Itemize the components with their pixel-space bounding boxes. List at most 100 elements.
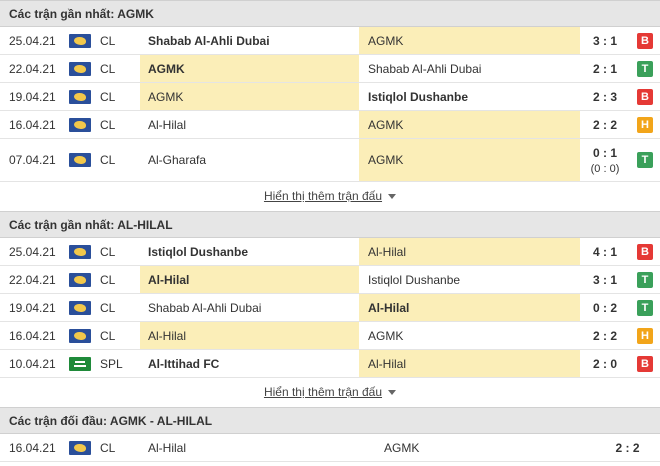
result-badge: H [637, 327, 653, 344]
match-score[interactable]: 2 : 3 [580, 83, 630, 110]
competition-code[interactable]: SPL [100, 350, 140, 377]
home-team[interactable]: Shabab Al-Ahli Dubai [140, 27, 359, 54]
match-date: 07.04.21 [9, 153, 56, 167]
world-flag-icon [69, 117, 91, 132]
competition-code[interactable]: CL [100, 322, 140, 349]
home-team[interactable]: Al-Hilal [140, 266, 359, 293]
match-score[interactable]: 4 : 1 [580, 238, 630, 265]
show-more-link[interactable]: Hiển thị thêm trận đấu [264, 189, 382, 203]
match-row[interactable]: 22.04.21 CL Al-Hilal Istiqlol Dushanbe 3 : 1… [0, 266, 660, 294]
caret-down-icon[interactable] [388, 390, 397, 396]
match-row[interactable]: 16.04.21 CL Al-Hilal AGMK 2 : 2 H [0, 111, 660, 139]
home-team[interactable]: Al-Ittihad FC [140, 350, 359, 377]
competition-code[interactable]: CL [100, 139, 140, 181]
result-badge: T [637, 299, 653, 316]
away-team[interactable]: AGMK [375, 434, 575, 461]
full-time-score: 3 : 1 [592, 272, 617, 287]
competition-code[interactable]: CL [100, 111, 140, 138]
competition-code[interactable]: CL [100, 83, 140, 110]
home-team[interactable]: Al-Hilal [140, 322, 359, 349]
full-time-score: 0 : 2 [592, 300, 617, 315]
recent-matches-agmk-section: Các trận gần nhất: AGMK 25.04.21 CL Shabab… [0, 0, 660, 211]
home-team[interactable]: AGMK [140, 83, 359, 110]
result-badge: T [637, 152, 653, 168]
match-row[interactable]: 19.04.21 CL AGMK Istiqlol Dushanbe 2 : 3 B [0, 83, 660, 111]
away-team[interactable]: Al-Hilal [359, 238, 580, 265]
match-score[interactable]: 2 : 2 [580, 111, 630, 138]
away-team[interactable]: AGMK [359, 111, 580, 138]
match-date: 16.04.21 [9, 328, 56, 343]
result-badge-cell: B [630, 83, 660, 110]
away-team[interactable]: Al-Hilal [359, 294, 580, 321]
result-badge-cell: H [630, 322, 660, 349]
world-flag-icon [69, 89, 91, 104]
result-badge-cell: B [630, 350, 660, 377]
full-time-score: 2 : 2 [592, 328, 617, 343]
away-team[interactable]: Istiqlol Dushanbe [359, 266, 580, 293]
home-team[interactable]: Al-Hilal [140, 111, 359, 138]
show-more-link[interactable]: Hiển thị thêm trận đấu [264, 385, 382, 399]
full-time-score: 0 : 1 [592, 145, 617, 160]
match-score[interactable]: 2 : 0 [580, 350, 630, 377]
away-team[interactable]: AGMK [359, 322, 580, 349]
home-team[interactable]: AGMK [140, 55, 359, 82]
match-date: 19.04.21 [9, 300, 56, 315]
match-score[interactable]: 3 : 1 [580, 266, 630, 293]
result-badge: H [637, 116, 653, 133]
match-row[interactable]: 16.04.21 CL Al-Hilal AGMK 2 : 2 H [0, 322, 660, 350]
competition-code[interactable]: CL [100, 27, 140, 54]
result-badge-cell: T [630, 55, 660, 82]
competition-code[interactable]: CL [100, 238, 140, 265]
match-date: 22.04.21 [9, 272, 56, 287]
competition-flag-cell [69, 27, 93, 54]
match-score[interactable]: 3 : 1 [580, 27, 630, 54]
competition-code[interactable]: CL [100, 294, 140, 321]
match-row[interactable]: 07.04.21 CL Al-Gharafa AGMK 0 : 1 (0 : 0) T [0, 139, 660, 182]
match-row[interactable]: 16.04.21 CL Al-Hilal AGMK 2 : 2 [0, 434, 660, 462]
match-list: 16.04.21 CL Al-Hilal AGMK 2 : 2 [0, 434, 660, 462]
match-score[interactable]: 2 : 2 [595, 434, 660, 461]
away-team[interactable]: Shabab Al-Ahli Dubai [359, 55, 580, 82]
match-row[interactable]: 25.04.21 CL Shabab Al-Ahli Dubai AGMK 3 : 1 B [0, 27, 660, 55]
competition-flag-cell [69, 350, 93, 377]
full-time-score: 2 : 3 [592, 89, 617, 104]
match-row[interactable]: 22.04.21 CL AGMK Shabab Al-Ahli Dubai 2 : 1 T [0, 55, 660, 83]
result-badge: T [637, 60, 653, 77]
home-team[interactable]: Istiqlol Dushanbe [140, 238, 359, 265]
away-team[interactable]: Istiqlol Dushanbe [359, 83, 580, 110]
match-row[interactable]: 25.04.21 CL Istiqlol Dushanbe Al-Hilal 4 : 1… [0, 238, 660, 266]
match-score[interactable]: 0 : 2 [580, 294, 630, 321]
result-badge: T [637, 271, 653, 288]
match-list: 25.04.21 CL Shabab Al-Ahli Dubai AGMK 3 : 1B… [0, 27, 660, 182]
result-badge-cell: B [630, 27, 660, 54]
result-badge-cell: T [630, 266, 660, 293]
match-row[interactable]: 19.04.21 CL Shabab Al-Ahli Dubai Al-Hilal 0 … [0, 294, 660, 322]
match-score[interactable]: 0 : 1 (0 : 0) [580, 139, 630, 181]
away-team[interactable]: AGMK [359, 139, 580, 181]
away-team[interactable]: AGMK [359, 27, 580, 54]
match-date: 25.04.21 [9, 33, 56, 48]
competition-code[interactable]: CL [100, 55, 140, 82]
section-title: Các trận gần nhất: AGMK [0, 0, 660, 27]
match-date: 25.04.21 [9, 244, 56, 259]
competition-flag-cell [69, 266, 93, 293]
result-badge: B [637, 243, 653, 260]
home-team[interactable]: Al-Gharafa [140, 139, 359, 181]
away-team[interactable]: Al-Hilal [359, 350, 580, 377]
match-date: 22.04.21 [9, 61, 56, 76]
match-score[interactable]: 2 : 2 [580, 322, 630, 349]
competition-flag-cell [69, 139, 93, 181]
head-to-head-section: Các trận đối đầu: AGMK - AL-HILAL 16.04.… [0, 407, 660, 462]
home-team[interactable]: Shabab Al-Ahli Dubai [140, 294, 359, 321]
home-team[interactable]: Al-Hilal [140, 434, 375, 461]
match-date: 16.04.21 [9, 440, 56, 455]
match-score[interactable]: 2 : 1 [580, 55, 630, 82]
result-badge: B [637, 355, 653, 372]
result-badge-cell: T [630, 294, 660, 321]
competition-flag-cell [69, 322, 93, 349]
world-flag-icon [69, 300, 91, 315]
caret-down-icon[interactable] [388, 194, 397, 200]
competition-code[interactable]: CL [100, 266, 140, 293]
match-row[interactable]: 10.04.21 SPL Al-Ittihad FC Al-Hilal 2 : 0 B [0, 350, 660, 378]
competition-code[interactable]: CL [100, 434, 140, 461]
